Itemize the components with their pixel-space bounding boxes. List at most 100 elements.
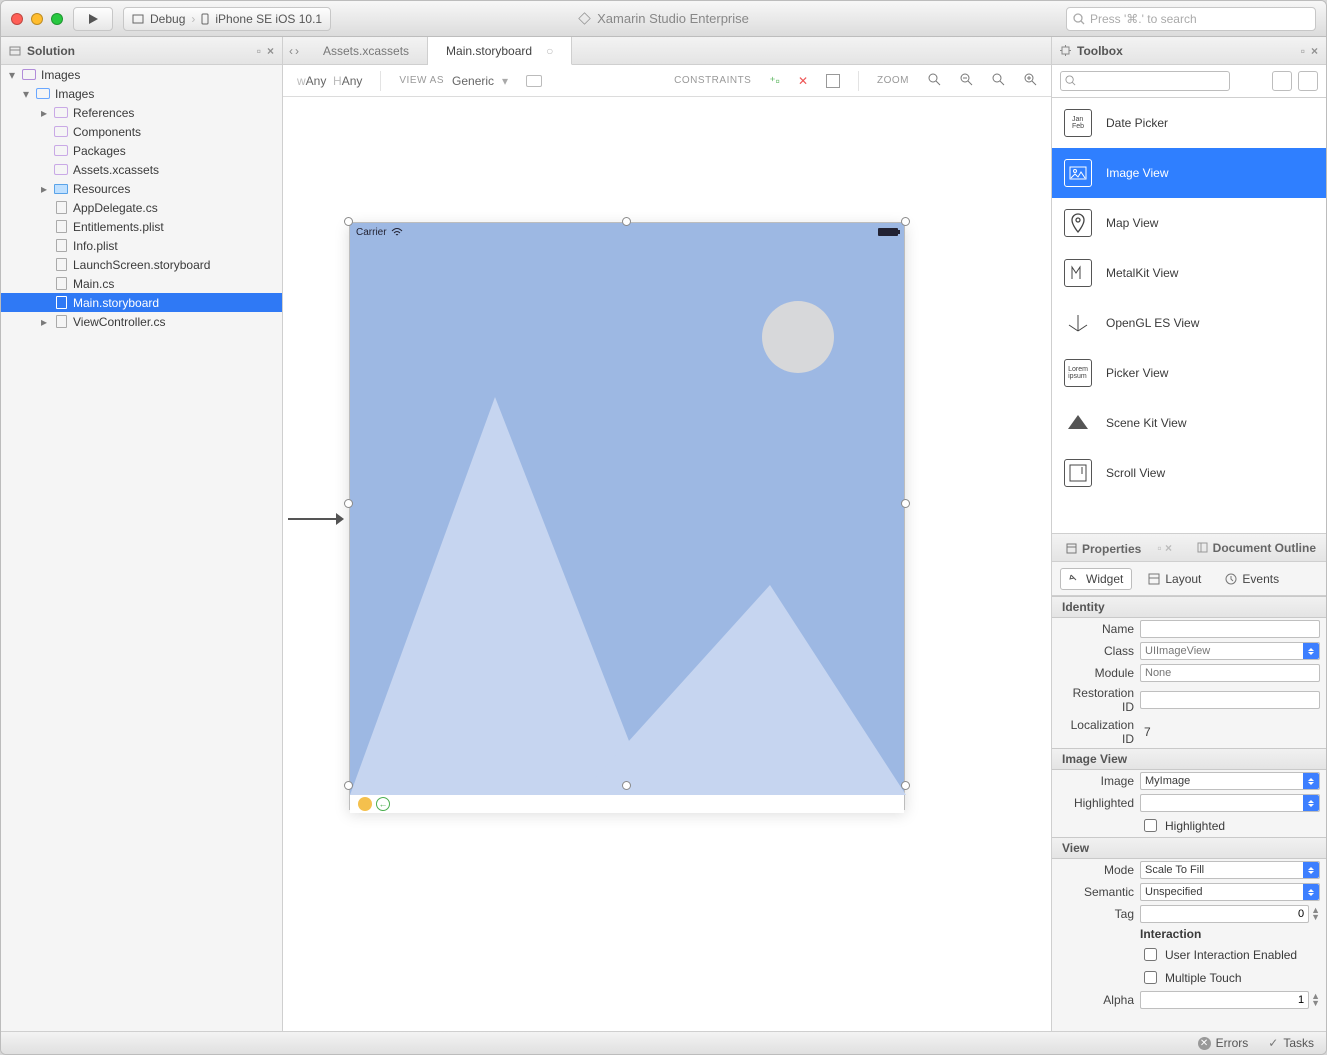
pane-close-icon[interactable]: × [267,44,274,58]
scenekit-icon [1064,409,1092,437]
tree-viewcontroller[interactable]: ▸ ViewController.cs [1,312,282,331]
zoom-in-icon[interactable] [1023,72,1037,89]
prop-localization-value: 7 [1140,725,1151,739]
solution-pane-header[interactable]: Solution ▫ × [1,37,282,65]
tab-mainstoryboard[interactable]: Main.storyboard ○ [428,37,572,65]
toolbox-item-opengl-view[interactable]: OpenGL ES View [1052,298,1326,348]
run-configuration[interactable]: Debug › iPhone SE iOS 10.1 [123,7,331,31]
toolbox-item-scenekit-view[interactable]: Scene Kit View [1052,398,1326,448]
toolbox-item-date-picker[interactable]: JanFeb Date Picker [1052,98,1326,148]
scene-dock[interactable]: ← [350,795,904,813]
section-identity: Identity [1052,596,1326,618]
prop-highlighted-check[interactable]: Highlighted [1140,816,1225,835]
toolbox-list[interactable]: JanFeb Date Picker Image View Map View M… [1052,98,1326,533]
zoom-fit-icon[interactable] [927,72,941,89]
tree-components[interactable]: Components [1,122,282,141]
app-title: Xamarin Studio Enterprise [578,11,749,26]
toolbox-search-input[interactable] [1060,71,1230,91]
zoom-out-icon[interactable] [959,72,973,89]
zoom-100-icon[interactable] [991,72,1005,89]
toolbox-search-row [1052,65,1326,98]
placeholder-mountains-icon [350,385,906,795]
prop-semantic-combo[interactable]: Unspecified [1140,883,1320,901]
prop-tab-widget[interactable]: Widget [1060,568,1132,590]
prop-image-combo[interactable]: MyImage [1140,772,1320,790]
pane-close-icon[interactable]: × [1311,44,1318,58]
toolbox-item-image-view[interactable]: Image View [1052,148,1326,198]
right-panel: Toolbox ▫× JanFeb Date Picker [1052,37,1326,1031]
prop-panel-tab-properties[interactable]: Properties [1056,536,1151,562]
tree-mainstoryboard[interactable]: Main.storyboard [1,293,282,312]
config-name: Debug [150,12,185,26]
vc-icon[interactable] [358,797,372,811]
prop-name-input[interactable] [1140,620,1320,638]
errors-button[interactable]: ✕Errors [1198,1036,1249,1050]
prop-mode-combo[interactable]: Scale To Fill [1140,861,1320,879]
tree-solution[interactable]: ▾ Images [1,65,282,84]
prop-multiple-touch-check[interactable]: Multiple Touch [1140,968,1242,987]
prop-restoration-input[interactable] [1140,691,1320,709]
tree-maincs[interactable]: Main.cs [1,274,282,293]
interaction-header: Interaction [1140,927,1201,941]
tree-launchscreen[interactable]: LaunchScreen.storyboard [1,255,282,274]
prop-class-combo[interactable]: UIImageView [1140,642,1320,660]
view-as[interactable]: VIEW AS Generic ▾ [399,74,508,88]
tab-close-icon[interactable]: ○ [546,44,553,58]
zoom-button[interactable] [51,13,63,25]
picker-icon: Loremipsum [1064,359,1092,387]
view-controller[interactable]: Carrier ← [349,222,905,810]
metalkit-icon [1064,259,1092,287]
pane-dock-icon[interactable]: ▫ [1301,44,1305,58]
prop-tab-events[interactable]: Events [1217,569,1287,589]
prop-module-input[interactable] [1140,664,1320,682]
constraints-label: CONSTRAINTS [674,75,751,86]
tree-resources[interactable]: ▸ Resources [1,179,282,198]
image-view-icon [1064,159,1092,187]
opengl-icon [1064,309,1092,337]
minimize-button[interactable] [31,13,43,25]
entry-arrow-icon [286,509,344,529]
tab-assets[interactable]: Assets.xcassets [305,37,428,64]
prop-panel-tab-outline[interactable]: Document Outline [1187,534,1326,561]
toolbox-header[interactable]: Toolbox ▫× [1052,37,1326,65]
prop-highlighted-combo[interactable] [1140,794,1320,812]
alpha-stepper-icon[interactable]: ▲▼ [1311,993,1320,1007]
exit-icon[interactable]: ← [376,797,390,811]
storyboard-canvas[interactable]: Carrier ← [283,97,1051,1031]
scroll-view-icon [1064,459,1092,487]
prop-user-interaction-check[interactable]: User Interaction Enabled [1140,945,1297,964]
toolbox-item-metalkit-view[interactable]: MetalKit View [1052,248,1326,298]
tree-appdelegate[interactable]: AppDelegate.cs [1,198,282,217]
toolbox-item-map-view[interactable]: Map View [1052,198,1326,248]
prop-tab-layout[interactable]: Layout [1140,569,1209,589]
pane-dock-icon[interactable]: ▫ [257,44,261,58]
remove-constraint-icon[interactable]: ✕ [798,74,808,88]
run-button[interactable] [73,7,113,31]
section-view: View [1052,837,1326,859]
global-search[interactable]: Press '⌘.' to search [1066,7,1316,31]
tab-nav[interactable]: ‹› [283,37,305,64]
orientation-icon[interactable] [526,75,542,87]
toolbox-view-list-icon[interactable] [1298,71,1318,91]
tree-project[interactable]: ▾ Images [1,84,282,103]
properties-panel[interactable]: Identity Name Class UIImageView Module R… [1052,596,1326,1031]
toolbox-item-scroll-view[interactable]: Scroll View [1052,448,1326,498]
tree-references[interactable]: ▸ References [1,103,282,122]
prop-alpha-input[interactable] [1140,991,1309,1009]
image-view[interactable] [350,241,904,795]
tag-stepper-icon[interactable]: ▲▼ [1311,907,1320,921]
tasks-button[interactable]: ✓Tasks [1268,1036,1314,1050]
tree-packages[interactable]: Packages [1,141,282,160]
toolbox-view-icons-icon[interactable] [1272,71,1292,91]
size-class[interactable]: wAny HAny [297,74,362,88]
tree-assets[interactable]: Assets.xcassets [1,160,282,179]
toolbox-item-picker-view[interactable]: Loremipsum Picker View [1052,348,1326,398]
tree-entitlements[interactable]: Entitlements.plist [1,217,282,236]
close-button[interactable] [11,13,23,25]
frame-icon[interactable] [826,74,840,88]
solution-tree[interactable]: ▾ Images ▾ Images ▸ References Component… [1,65,282,1031]
property-tabs: Widget Layout Events [1052,562,1326,596]
add-constraint-icon[interactable]: ⁺▫ [769,74,780,88]
tree-infoplist[interactable]: Info.plist [1,236,282,255]
prop-tag-input[interactable] [1140,905,1309,923]
